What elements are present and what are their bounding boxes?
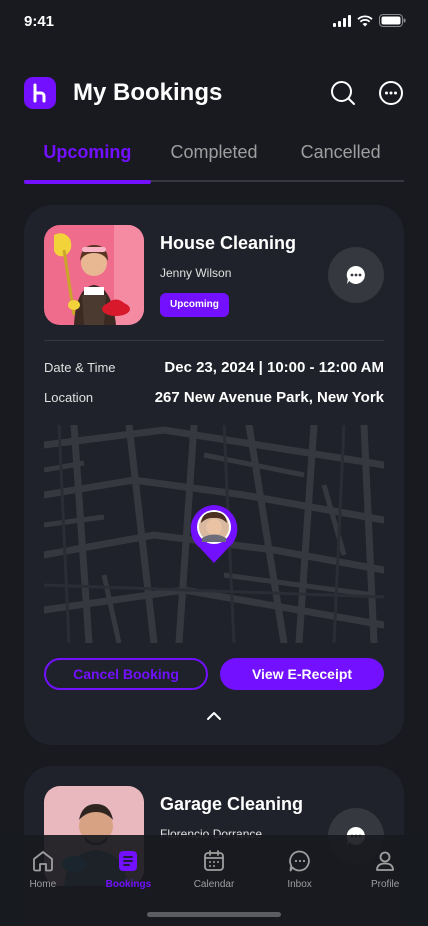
profile-icon — [376, 851, 395, 871]
date-row: Date & Time Dec 23, 2024 | 10:00 - 12:00… — [44, 359, 384, 376]
bookings-icon — [119, 851, 138, 871]
nav-label: Home — [29, 879, 57, 890]
page-title: My Bookings — [73, 79, 223, 106]
app-logo — [24, 77, 56, 109]
chat-button[interactable] — [328, 247, 384, 303]
location-label: Location — [44, 390, 94, 405]
nav-home[interactable]: Home — [0, 835, 86, 926]
service-title: Garage Cleaning — [160, 794, 304, 814]
status-time: 9:41 — [24, 13, 55, 30]
view-e-receipt-button[interactable]: View E-Receipt — [220, 658, 384, 690]
tab-completed[interactable]: Completed — [151, 140, 278, 180]
location-row: Location 267 New Avenue Park, New York — [44, 389, 384, 406]
search-icon — [331, 81, 355, 105]
service-title: House Cleaning — [160, 233, 297, 253]
booking-tabs: Upcoming Completed Cancelled — [24, 140, 404, 184]
nav-label: Calendar — [193, 879, 235, 890]
wifi-icon — [357, 14, 373, 26]
logo-icon — [33, 83, 46, 103]
cleaner-illustration — [44, 225, 144, 325]
chevron-up-icon — [207, 712, 221, 720]
service-image — [44, 225, 144, 325]
battery-icon — [379, 14, 406, 27]
location-value: 267 New Avenue Park, New York — [154, 389, 384, 406]
nav-profile[interactable]: Profile — [342, 835, 428, 926]
booking-card[interactable]: House Cleaning Jenny Wilson Upcoming Dat… — [24, 205, 404, 745]
cancel-booking-button[interactable]: Cancel Booking — [44, 658, 208, 690]
location-map[interactable] — [44, 425, 384, 643]
home-icon — [32, 851, 53, 872]
provider-name: Jenny Wilson — [160, 266, 232, 280]
nav-label: Profile — [370, 879, 400, 890]
more-icon — [379, 81, 403, 105]
more-button[interactable] — [378, 80, 404, 106]
chat-icon — [346, 265, 365, 284]
tab-upcoming[interactable]: Upcoming — [24, 140, 151, 184]
status-badge: Upcoming — [160, 293, 229, 317]
tab-cancelled[interactable]: Cancelled — [277, 140, 404, 180]
divider — [44, 340, 384, 341]
calendar-icon — [204, 850, 224, 871]
date-label: Date & Time — [44, 360, 116, 375]
nav-label: Inbox — [287, 879, 312, 890]
signal-icon — [333, 14, 351, 27]
search-button[interactable] — [330, 80, 356, 106]
date-value: Dec 23, 2024 | 10:00 - 12:00 AM — [164, 359, 384, 376]
status-bar: 9:41 — [0, 0, 428, 44]
location-pin-icon — [190, 505, 238, 563]
inbox-icon — [288, 850, 310, 872]
app-header: My Bookings — [24, 72, 404, 114]
home-indicator — [147, 912, 281, 917]
collapse-button[interactable] — [204, 708, 224, 724]
nav-label: Bookings — [105, 879, 152, 890]
